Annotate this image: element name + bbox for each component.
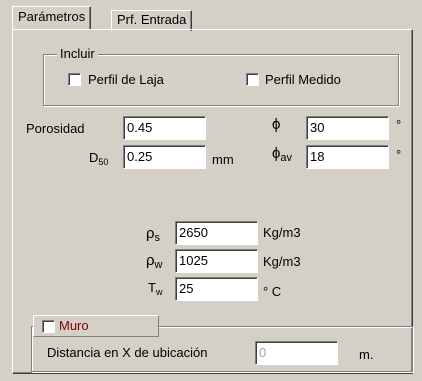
rho-s-input[interactable]: 2650 bbox=[175, 221, 258, 245]
perfil-laja-label: Perfil de Laja bbox=[88, 72, 164, 87]
distance-unit: m. bbox=[359, 347, 374, 362]
porosidad-label: Porosidad bbox=[26, 121, 85, 136]
tab-label: Parámetros bbox=[18, 9, 86, 24]
incluir-legend: Incluir bbox=[57, 46, 98, 62]
perfil-medido-checkbox[interactable] bbox=[246, 73, 259, 86]
rho-w-symbol: ρ bbox=[146, 252, 155, 269]
phi-av-unit: ° bbox=[396, 147, 402, 162]
rho-w-subscript: w bbox=[154, 259, 163, 271]
d50-input[interactable]: 0.25 bbox=[123, 145, 206, 169]
phi-av-subscript: av bbox=[280, 152, 293, 164]
rho-s-subscript: s bbox=[154, 232, 161, 244]
muro-label: Muro bbox=[59, 318, 89, 333]
rho-w-unit: Kg/m3 bbox=[263, 254, 301, 269]
rho-w-label: ρw bbox=[146, 253, 163, 273]
phi-av-input[interactable]: 18 bbox=[306, 145, 389, 169]
d50-label: D50 bbox=[89, 150, 108, 170]
phi-unit: ° bbox=[396, 117, 402, 132]
muro-checkbox[interactable] bbox=[42, 320, 55, 333]
phi-label: ϕ bbox=[272, 116, 281, 133]
d50-symbol: D bbox=[89, 150, 99, 165]
porosidad-input[interactable]: 0.45 bbox=[123, 116, 206, 140]
d50-unit: mm bbox=[212, 152, 234, 167]
t-w-unit: ° C bbox=[263, 284, 282, 299]
perfil-medido-label: Perfil Medido bbox=[265, 72, 341, 87]
tab-label: Prf. Entrada bbox=[117, 12, 187, 27]
t-w-subscript: w bbox=[155, 287, 163, 297]
phi-av-label: ϕav bbox=[272, 146, 292, 166]
tab-parametros[interactable]: Parámetros bbox=[12, 6, 92, 29]
d50-subscript: 50 bbox=[98, 157, 109, 167]
tab-prf-entrada[interactable]: Prf. Entrada bbox=[111, 10, 193, 31]
t-w-label: Tw bbox=[148, 280, 162, 300]
rho-s-label: ρs bbox=[146, 226, 160, 246]
rho-s-symbol: ρ bbox=[146, 225, 155, 242]
rho-s-unit: Kg/m3 bbox=[263, 225, 301, 240]
distance-label: Distancia en X de ubicación bbox=[47, 345, 208, 360]
distance-input[interactable]: 0 bbox=[255, 341, 338, 365]
phi-input[interactable]: 30 bbox=[306, 116, 389, 140]
perfil-laja-checkbox[interactable] bbox=[68, 73, 81, 86]
t-w-input[interactable]: 25 bbox=[175, 277, 258, 301]
t-w-symbol: T bbox=[148, 280, 156, 295]
rho-w-input[interactable]: 1025 bbox=[175, 249, 258, 273]
